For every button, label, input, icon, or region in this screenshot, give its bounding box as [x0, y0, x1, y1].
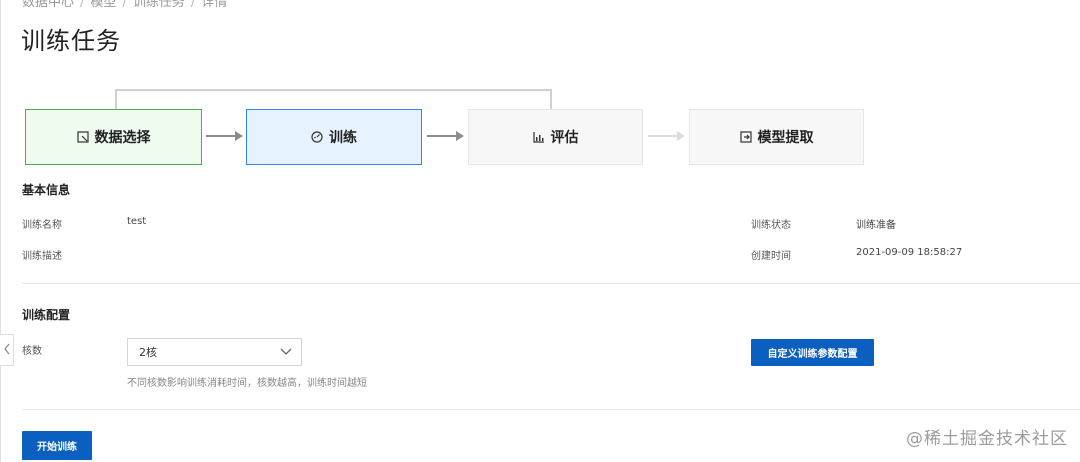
flow-arrow [648, 131, 685, 141]
step-label: 数据选择 [94, 130, 151, 146]
train-desc-label: 训练描述 [22, 251, 62, 262]
flow-arrow [427, 131, 464, 141]
breadcrumb: 数据中心 / 模型 / 训练任务 / 详情 [22, 0, 227, 10]
cores-select[interactable]: 2核 [127, 338, 302, 366]
data-select-icon [76, 131, 89, 143]
train-config-title: 训练配置 [22, 308, 71, 322]
page-title: 训练任务 [21, 27, 121, 55]
step-train[interactable]: 训练 [246, 109, 422, 165]
collapse-sidebar-button[interactable] [0, 334, 14, 366]
basic-info-title: 基本信息 [22, 183, 71, 197]
start-training-button[interactable]: 开始训练 [22, 431, 92, 460]
breadcrumb-item[interactable]: 训练任务 [133, 0, 185, 10]
step-data-select[interactable]: 数据选择 [25, 109, 202, 165]
train-status-value: 训练准备 [856, 220, 896, 231]
created-time-value: 2021-09-09 18:58:27 [856, 247, 963, 258]
breadcrumb-separator: / [122, 0, 127, 10]
breadcrumb-separator: / [80, 0, 85, 10]
breadcrumb-current: 详情 [201, 0, 228, 10]
step-label: 训练 [329, 130, 357, 146]
train-status-label: 训练状态 [751, 220, 791, 231]
breadcrumb-separator: / [190, 0, 196, 10]
step-label: 评估 [550, 130, 579, 146]
cores-label: 核数 [22, 346, 42, 357]
train-name-label: 训练名称 [22, 220, 62, 231]
flow-loop-connector [115, 89, 552, 109]
custom-params-button[interactable]: 自定义训练参数配置 [751, 339, 874, 366]
flow-arrow [206, 131, 243, 141]
watermark: @稀土掘金技术社区 [906, 429, 1068, 449]
cores-select-value: 2核 [139, 346, 157, 359]
chart-icon [532, 131, 545, 143]
step-model-extract[interactable]: 模型提取 [689, 109, 864, 165]
section-divider [22, 283, 1080, 284]
cores-hint: 不同核数影响训练消耗时间，核数越高，训练时间越短 [127, 378, 367, 389]
chevron-left-icon [3, 341, 11, 360]
breadcrumb-item[interactable]: 模型 [90, 0, 116, 10]
created-time-label: 创建时间 [751, 251, 791, 262]
section-divider [22, 409, 1080, 410]
step-evaluate[interactable]: 评估 [468, 109, 643, 165]
export-icon [739, 131, 752, 143]
chevron-down-icon [279, 346, 293, 361]
step-label: 模型提取 [757, 130, 814, 146]
left-edge-divider [0, 0, 1, 462]
train-name-value: test [127, 216, 147, 227]
train-icon [311, 131, 323, 143]
breadcrumb-item[interactable]: 数据中心 [22, 0, 74, 10]
